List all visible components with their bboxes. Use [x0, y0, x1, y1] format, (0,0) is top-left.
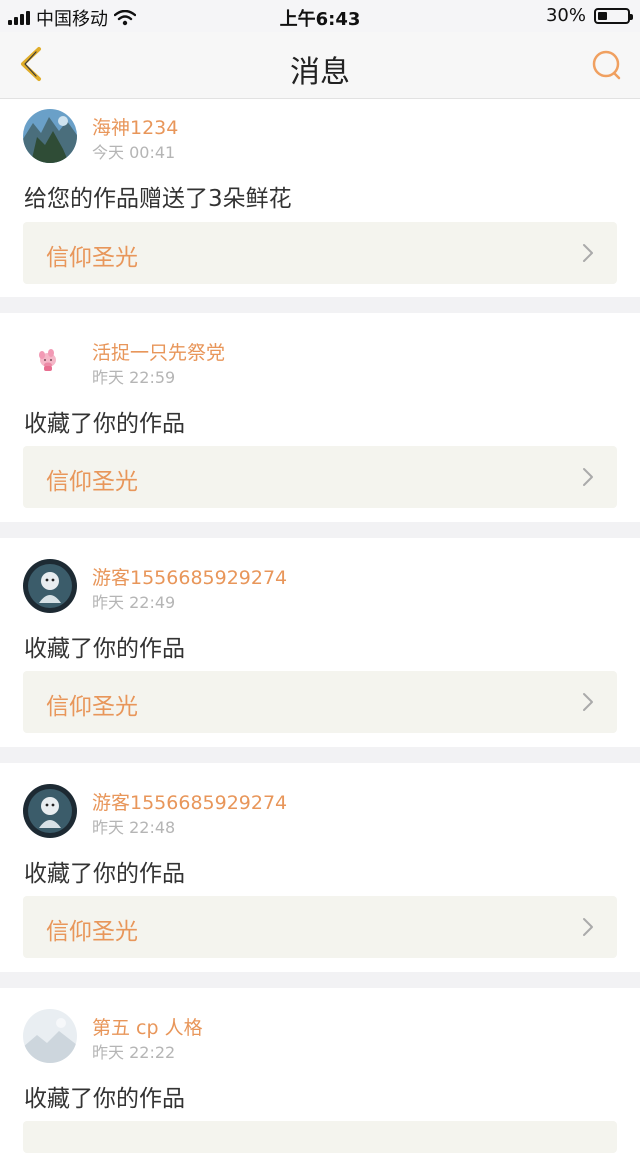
dark-character-avatar[interactable]	[23, 559, 77, 613]
landscape-avatar[interactable]	[23, 109, 77, 163]
dark-character-avatar[interactable]	[23, 784, 77, 838]
work-title: 信仰圣光	[46, 245, 138, 271]
chevron-right-icon	[583, 693, 593, 711]
message-card: 游客1556685929274 昨天 22:48 收藏了你的作品 信仰圣光	[0, 763, 640, 972]
message-text: 给您的作品赠送了3朵鲜花	[24, 186, 292, 212]
work-title: 信仰圣光	[46, 694, 138, 720]
message-card: 第五 cp 人格 昨天 22:22 收藏了你的作品	[0, 988, 640, 1153]
pale-landscape-avatar[interactable]	[23, 1009, 77, 1063]
username[interactable]: 第五 cp 人格	[92, 1013, 203, 1040]
username[interactable]: 海神1234	[92, 113, 178, 140]
message-text: 收藏了你的作品	[24, 1086, 185, 1112]
search-icon[interactable]	[588, 46, 628, 86]
timestamp: 昨天 22:22	[92, 1043, 176, 1062]
username[interactable]: 活捉一只先祭党	[92, 338, 225, 365]
pig-avatar[interactable]	[23, 334, 77, 388]
work-title: 信仰圣光	[46, 919, 138, 945]
timestamp: 昨天 22:48	[92, 818, 176, 837]
battery-icon	[594, 7, 633, 24]
message-card: 海神1234 今天 00:41 给您的作品赠送了3朵鲜花 信仰圣光	[0, 99, 640, 297]
nav-bar: 消息	[0, 32, 640, 99]
battery-label: 30%	[545, 5, 586, 26]
work-link[interactable]: 信仰圣光	[23, 446, 617, 508]
status-time: 上午6:43	[279, 9, 361, 30]
message-card: 活捉一只先祭党 昨天 22:59 收藏了你的作品 信仰圣光	[0, 313, 640, 522]
timestamp: 昨天 22:49	[92, 593, 176, 612]
status-bar: 中国移动 上午6:43 30%	[0, 0, 640, 32]
timestamp: 昨天 22:59	[92, 368, 176, 387]
separator	[0, 297, 640, 313]
status-right: 30%	[545, 5, 633, 26]
message-text: 收藏了你的作品	[24, 636, 185, 662]
username[interactable]: 游客1556685929274	[92, 788, 287, 815]
separator	[0, 522, 640, 538]
chevron-right-icon	[583, 918, 593, 936]
work-title: 信仰圣光	[46, 469, 138, 495]
work-link[interactable]: 信仰圣光	[23, 222, 617, 284]
separator	[0, 747, 640, 763]
work-link[interactable]: 信仰圣光	[23, 896, 617, 958]
timestamp: 今天 00:41	[92, 143, 176, 162]
work-link[interactable]	[23, 1121, 617, 1153]
work-link[interactable]: 信仰圣光	[23, 671, 617, 733]
page-title: 消息	[290, 55, 350, 90]
separator	[0, 972, 640, 988]
message-card: 游客1556685929274 昨天 22:49 收藏了你的作品 信仰圣光	[0, 538, 640, 747]
message-feed: 海神1234 今天 00:41 给您的作品赠送了3朵鲜花 信仰圣光 活捉一只先祭…	[0, 99, 640, 1153]
message-text: 收藏了你的作品	[24, 861, 185, 887]
chevron-right-icon	[583, 468, 593, 486]
message-text: 收藏了你的作品	[24, 411, 185, 437]
username[interactable]: 游客1556685929274	[92, 563, 287, 590]
chevron-right-icon	[583, 244, 593, 262]
